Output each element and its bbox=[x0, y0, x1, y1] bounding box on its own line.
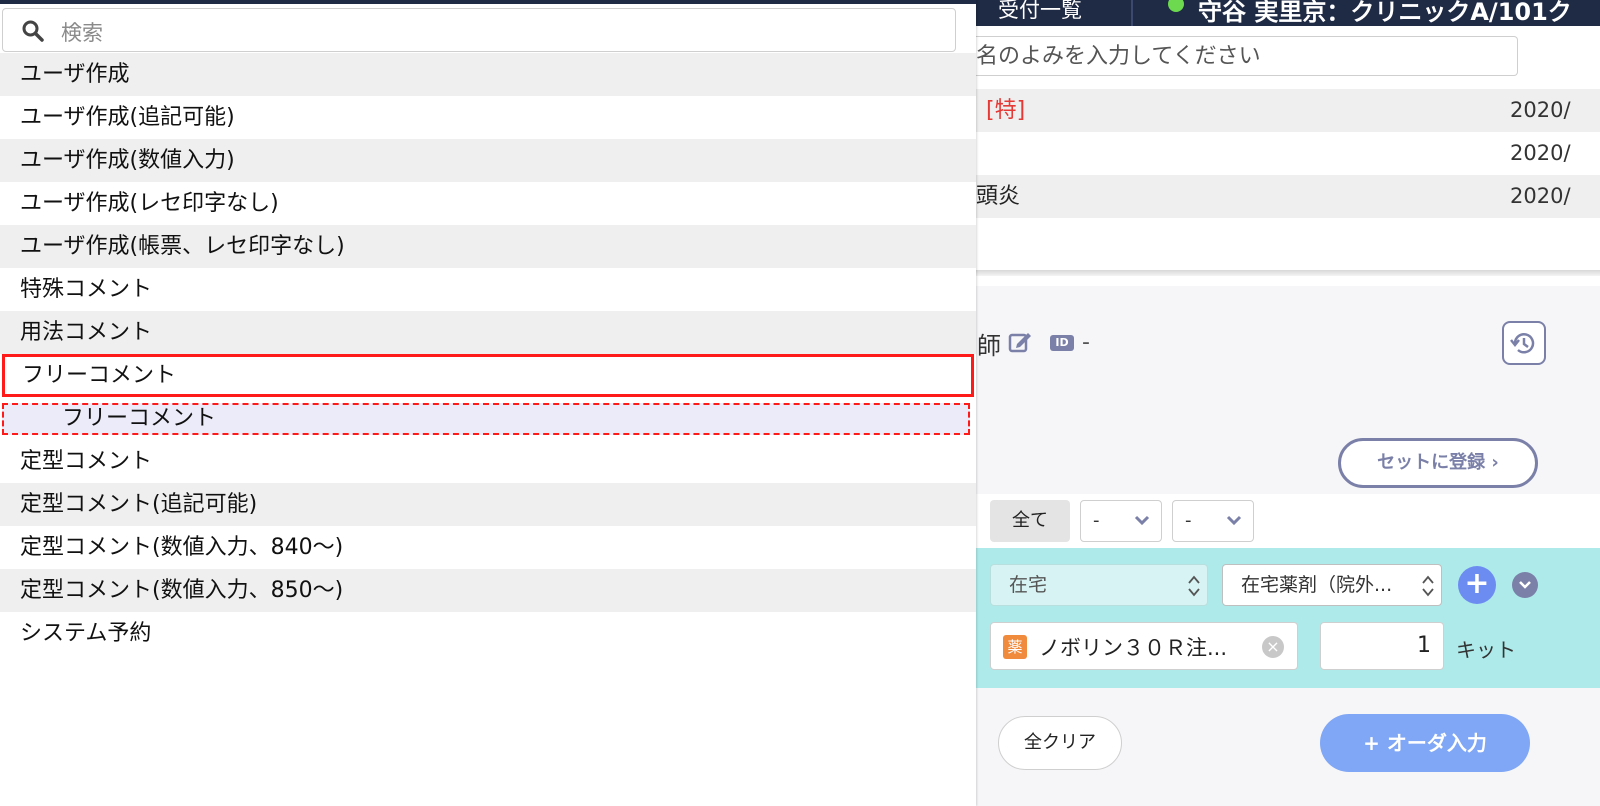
filter-all-button[interactable]: 全て bbox=[990, 500, 1070, 542]
expand-button[interactable] bbox=[1512, 572, 1538, 598]
clinic-user-label: 守谷 実里京：クリニックA/101ク bbox=[1198, 0, 1572, 26]
updown-icon bbox=[1188, 575, 1200, 597]
filter-select-2[interactable]: - bbox=[1172, 500, 1254, 542]
filter-select-2-value: - bbox=[1185, 510, 1192, 531]
id-badge-icon: ID bbox=[1050, 335, 1074, 351]
history-row-date: 2020/ bbox=[1510, 184, 1571, 208]
order-input-button[interactable]: + オーダ入力 bbox=[1320, 714, 1530, 772]
patient-name-placeholder: 名のよみを入力してください bbox=[976, 44, 1261, 69]
drug-name: ノボリン３０Ｒ注... bbox=[1039, 636, 1228, 660]
dropdown-item[interactable]: システム予約 bbox=[0, 612, 976, 655]
dropdown-search-input[interactable]: 検索 bbox=[2, 8, 956, 52]
dropdown-item[interactable]: 定型コメント bbox=[0, 440, 976, 483]
reception-list-tab[interactable]: 受付一覧 bbox=[998, 0, 1082, 24]
add-item-button[interactable]: + bbox=[1458, 566, 1496, 604]
filter-select-1-value: - bbox=[1093, 510, 1100, 531]
register-set-button[interactable]: セットに登録 › bbox=[1338, 438, 1538, 488]
drug-chip[interactable]: 薬 ノボリン３０Ｒ注... × bbox=[990, 622, 1298, 670]
order-category-select[interactable]: 在宅 bbox=[990, 564, 1208, 606]
history-row-title: [特] bbox=[986, 98, 1026, 123]
history-row-title: 頭炎 bbox=[976, 184, 1021, 209]
dropdown-item[interactable]: 定型コメント(数値入力、850〜) bbox=[0, 569, 976, 612]
doctor-label: 師 bbox=[977, 332, 1001, 360]
clear-icon[interactable]: × bbox=[1262, 636, 1284, 658]
dropdown-item[interactable]: 定型コメント(追記可能) bbox=[0, 483, 976, 526]
history-row-date: 2020/ bbox=[1510, 98, 1571, 122]
chevron-down-icon bbox=[1226, 515, 1242, 526]
dropdown-item-free-comment[interactable]: フリーコメント bbox=[2, 403, 970, 435]
dropdown-item[interactable]: 用法コメント bbox=[0, 311, 976, 354]
history-row[interactable]: 2020/ bbox=[976, 132, 1600, 175]
order-category-value: 在宅 bbox=[1009, 574, 1048, 596]
dropdown-top-edge bbox=[0, 0, 976, 4]
history-icon bbox=[1510, 333, 1535, 354]
search-placeholder: 検索 bbox=[61, 21, 103, 45]
dropdown-item[interactable]: ユーザ作成(数値入力) bbox=[0, 139, 976, 182]
updown-icon bbox=[1422, 575, 1434, 597]
edit-icon[interactable] bbox=[1008, 330, 1032, 354]
online-status-icon bbox=[1168, 0, 1184, 12]
dropdown-item[interactable]: ユーザ作成(レセ印字なし) bbox=[0, 182, 976, 225]
dropdown-item[interactable]: 定型コメント(数値入力、840〜) bbox=[0, 526, 976, 569]
history-row-date: 2020/ bbox=[1510, 141, 1571, 165]
topbar-divider bbox=[1131, 0, 1133, 26]
comment-type-dropdown: 検索 ユーザ作成 ユーザ作成(追記可能) ユーザ作成(数値入力) ユーザ作成(レ… bbox=[0, 0, 976, 806]
quantity-unit: キット bbox=[1456, 638, 1516, 662]
plus-icon: + bbox=[1464, 566, 1490, 601]
doctor-id-value: - bbox=[1082, 330, 1090, 355]
dropdown-item[interactable]: ユーザ作成 bbox=[0, 53, 976, 96]
search-icon bbox=[22, 20, 44, 42]
history-divider bbox=[976, 270, 1600, 276]
dropdown-item[interactable]: 特殊コメント bbox=[0, 268, 976, 311]
dropdown-item[interactable]: ユーザ作成(帳票、レセ印字なし) bbox=[0, 225, 976, 268]
chevron-down-icon bbox=[1519, 581, 1531, 589]
top-navigation-bar: 受付一覧 守谷 実里京：クリニックA/101ク bbox=[976, 0, 1600, 26]
drug-type-select[interactable]: 在宅薬剤（院外... bbox=[1222, 564, 1442, 606]
patient-name-reading-input[interactable]: 名のよみを入力してください bbox=[976, 36, 1518, 76]
history-row[interactable]: 頭炎 2020/ bbox=[976, 175, 1600, 218]
filter-select-1[interactable]: - bbox=[1080, 500, 1162, 542]
quantity-input[interactable]: 1 bbox=[1320, 622, 1444, 670]
dropdown-item-free-comment-group[interactable]: フリーコメント bbox=[2, 354, 974, 397]
dropdown-item[interactable]: ユーザ作成(追記可能) bbox=[0, 96, 976, 139]
drug-badge-icon: 薬 bbox=[1003, 635, 1027, 659]
drug-type-value: 在宅薬剤（院外... bbox=[1241, 574, 1393, 596]
chevron-down-icon bbox=[1134, 515, 1150, 526]
history-button[interactable] bbox=[1502, 321, 1546, 365]
history-row[interactable]: [特] 2020/ bbox=[976, 89, 1600, 132]
clear-all-button[interactable]: 全クリア bbox=[998, 716, 1122, 770]
